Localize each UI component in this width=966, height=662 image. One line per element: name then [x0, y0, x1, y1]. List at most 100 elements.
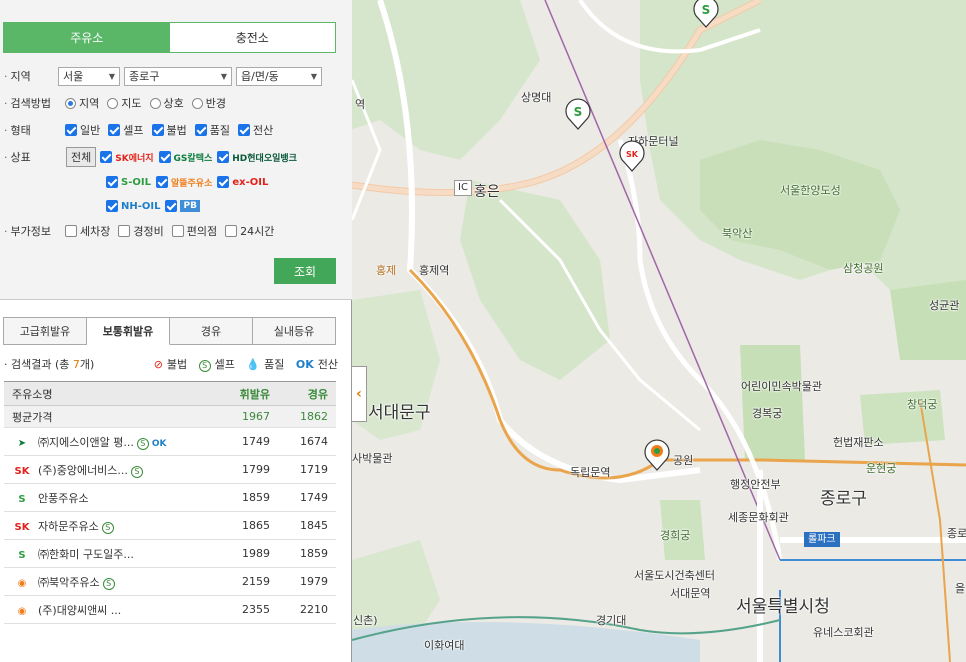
tab-gas-station[interactable]: 주유소 [4, 23, 170, 52]
average-gasoline: 1967 [220, 405, 278, 428]
map-label-fortress: 서울한양도성 [780, 184, 841, 197]
dong-select[interactable]: 읍/면/동 ▼ [236, 66, 322, 86]
map-label-court: 헌법재판소 [833, 436, 884, 449]
table-row[interactable]: S ㈜한화미 구도일주... 1989 1859 [4, 539, 336, 568]
type-option-self[interactable]: 셀프 [108, 122, 144, 138]
method-option-region[interactable]: 지역 [65, 95, 99, 111]
collapse-panel-button[interactable]: ‹ [352, 366, 367, 422]
type-option-quality[interactable]: 품질 [194, 122, 230, 138]
checkbox-icon [155, 176, 168, 188]
type-option-computerized[interactable]: 전산 [238, 122, 273, 138]
brand-sk[interactable]: SK에너지 [100, 151, 154, 164]
gasoline-price: 1749 [220, 427, 278, 456]
type-option-label: 품질 [209, 124, 230, 137]
map-label-history-museum: 사박물관 [352, 452, 393, 465]
map-label-unesco: 유네스코회관 [813, 626, 874, 639]
brand-nhoil[interactable]: NH-OIL [106, 200, 160, 212]
map-label-yeok: 역 [355, 98, 366, 111]
soil-logo: S-OIL [121, 176, 151, 188]
sido-select[interactable]: 서울 ▼ [58, 66, 120, 86]
brand-altteul[interactable]: 알뜰주유소 [155, 176, 212, 189]
method-option-map[interactable]: 지도 [107, 95, 142, 111]
chevron-left-icon: ‹ [356, 386, 362, 402]
method-option-label: 상호 [163, 97, 184, 110]
header-diesel[interactable]: 경유 [278, 381, 336, 406]
station-marker-altteul[interactable] [643, 437, 671, 471]
method-option-name[interactable]: 상호 [149, 95, 184, 111]
brand-exoil[interactable]: ex-OIL [217, 176, 268, 188]
table-row[interactable]: SK (주)중앙에너비스... S 1799 1719 [4, 455, 336, 484]
diesel-price: 2210 [278, 595, 336, 624]
table-row[interactable]: SK 자하문주유소 S 1865 1845 [4, 511, 336, 540]
table-row[interactable]: ◉ (주)대양씨앤씨 ... 2355 2210 [4, 595, 336, 624]
sido-value: 서울 [63, 70, 84, 83]
map-label-sangmyeong: 상명대 [521, 91, 552, 104]
self-service-icon: S [102, 577, 115, 590]
computerized-icon: OK [295, 358, 314, 371]
tab-kerosene[interactable]: 실내등유 [253, 317, 336, 345]
station-name[interactable]: ㈜지에스이앤알 평... [38, 436, 134, 449]
search-button[interactable]: 조회 [274, 258, 336, 284]
station-name[interactable]: (주)중앙에너비스... [38, 464, 128, 477]
extra-option-maintenance[interactable]: 경정비 [118, 223, 164, 239]
type-option-illegal[interactable]: 불법 [151, 122, 187, 138]
brand-all-button[interactable]: 전체 [66, 147, 97, 167]
type-option-label: 셀프 [123, 124, 144, 137]
type-option-general[interactable]: 일반 [65, 122, 100, 138]
checkbox-icon [194, 124, 207, 136]
station-marker-soil-top[interactable]: S [692, 0, 720, 28]
table-row[interactable]: S 안풍주유소 1859 1749 [4, 483, 336, 512]
station-name[interactable]: 자하문주유소 [38, 520, 99, 533]
map-label-gov-complex: 행정안전부 [730, 478, 781, 491]
dong-value: 읍/면/동 [241, 70, 279, 83]
tab-diesel[interactable]: 경유 [170, 317, 253, 345]
chevron-down-icon: ▼ [310, 71, 317, 81]
type-option-label: 전산 [253, 124, 274, 137]
header-name[interactable]: 주유소명 [4, 381, 220, 406]
table-row[interactable]: ➤ ㈜지에스이앤알 평... S OK 1749 1674 [4, 427, 336, 456]
header-gasoline[interactable]: 휘발유 [220, 381, 278, 406]
map-label-hongje-small: 홍제 [376, 264, 397, 277]
checkbox-icon [217, 176, 230, 188]
station-marker-sk[interactable]: SK [618, 138, 646, 172]
result-count-text: · 검색결과 (총 7개) [4, 358, 95, 371]
brand-soil[interactable]: S-OIL [106, 176, 151, 188]
average-label: 평균가격 [4, 405, 220, 428]
station-name[interactable]: ㈜북악주유소 [38, 576, 100, 589]
self-service-icon: S [136, 437, 149, 450]
brand-gs[interactable]: GS칼텍스 [158, 151, 212, 164]
method-label: 검색방법 [0, 95, 58, 111]
sigungu-select[interactable]: 종로구 ▼ [124, 66, 232, 86]
table-row[interactable]: ◉ ㈜북악주유소 S 2159 1979 [4, 567, 336, 596]
extra-option-store[interactable]: 편의점 [171, 223, 217, 239]
legend-label: 불법 [166, 358, 188, 371]
station-name[interactable]: (주)대양씨앤씨 ... [38, 604, 121, 617]
tab-regular-gasoline[interactable]: 보통휘발유 [87, 317, 170, 345]
station-name[interactable]: ㈜한화미 구도일주... [38, 548, 134, 561]
map-label-bugaksan: 북악산 [722, 227, 753, 240]
radio-icon [149, 97, 161, 109]
method-option-radius[interactable]: 반경 [191, 95, 226, 111]
gasoline-price: 1865 [220, 511, 278, 540]
method-option-label: 반경 [205, 97, 226, 110]
tab-charging-station[interactable]: 충전소 [169, 23, 335, 52]
map-label-gyeongbok: 경복궁 [752, 407, 783, 420]
tab-premium-gasoline[interactable]: 고급휘발유 [3, 317, 87, 345]
gasoline-price: 1989 [220, 539, 278, 568]
svg-text:SK: SK [626, 150, 639, 159]
average-row: 평균가격 1967 1862 [4, 405, 336, 428]
extra-option-24h[interactable]: 24시간 [225, 223, 274, 239]
checkbox-icon [65, 225, 77, 237]
ic-badge: IC [454, 180, 472, 196]
extra-option-carwash[interactable]: 세차장 [65, 223, 110, 239]
map-label-seodaemun-stn: 서대문역 [670, 587, 711, 600]
brand-hd[interactable]: HD현대오일뱅크 [217, 151, 297, 164]
station-name[interactable]: 안풍주유소 [38, 492, 89, 505]
map-label-architecture: 서울도시건축센터 [634, 569, 715, 582]
station-marker-soil[interactable]: S [564, 96, 592, 130]
region-label: 지역 [0, 68, 58, 84]
type-label: 형태 [0, 122, 58, 138]
region-row: 지역 서울 ▼ 종로구 ▼ 읍/면/동 ▼ [0, 66, 352, 86]
brand-pb[interactable]: PB [165, 200, 200, 212]
self-service-icon: S [198, 360, 211, 372]
